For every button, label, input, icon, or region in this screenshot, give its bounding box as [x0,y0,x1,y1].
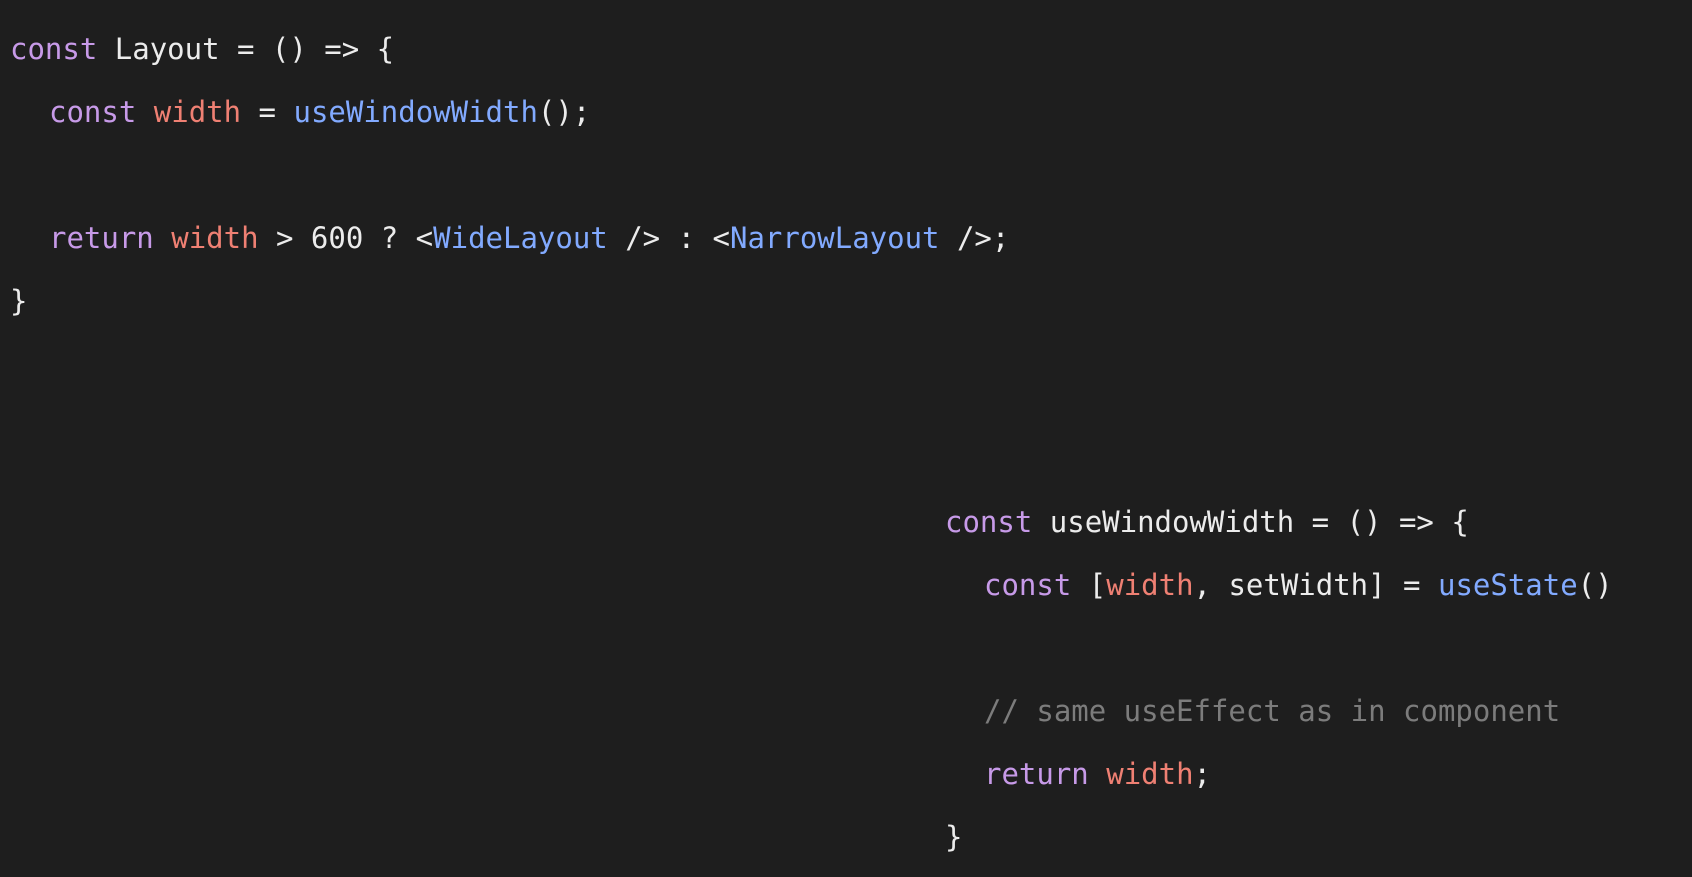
identifier-token: useWindowWidth = () => { [1032,505,1469,539]
code-line: const useWindowWidth = () => { [945,499,1613,562]
punctuation-token: () [1577,568,1613,602]
code-line: } [945,814,1613,877]
operator-token: = [241,95,294,129]
brace-token: } [945,820,963,854]
variable-token: width [171,221,259,255]
keyword-token: const [945,505,1033,539]
code-line: return width; [945,751,1613,814]
punctuation-token: />; [939,221,1010,255]
keyword-token: return [49,221,154,255]
component-token: WideLayout [433,221,608,255]
keyword-token: const [49,95,137,129]
code-line: } [10,278,1009,341]
variable-token: width [1106,568,1194,602]
identifier-token: , setWidth] = [1193,568,1438,602]
function-token: useWindowWidth [293,95,538,129]
layout-component-code: const Layout = () => { const width = use… [10,26,1009,341]
keyword-token: const [10,32,98,66]
keyword-token: return [984,757,1089,791]
punctuation-token: [ [1071,568,1107,602]
operator-token: /> : < [607,221,730,255]
component-token: NarrowLayout [729,221,940,255]
variable-token: width [1106,757,1194,791]
code-line: return width > 600 ? <WideLayout /> : <N… [10,215,1009,278]
identifier-token: Layout = () => { [97,32,395,66]
keyword-token: const [984,568,1072,602]
operator-token: > 600 ? < [258,221,434,255]
use-window-width-hook-code: const useWindowWidth = () => { const [wi… [945,499,1613,877]
code-line: const [width, setWidth] = useState() [945,562,1613,625]
punctuation-token: (); [537,95,591,129]
code-line: const Layout = () => { [10,26,1009,89]
code-line: const width = useWindowWidth(); [10,89,1009,152]
brace-token: } [10,284,28,318]
variable-token: width [153,95,242,129]
punctuation-token: ; [1193,757,1212,791]
code-line: // same useEffect as in component [945,688,1613,751]
function-token: useState [1437,568,1578,602]
comment-token: // same useEffect as in component [984,694,1561,728]
